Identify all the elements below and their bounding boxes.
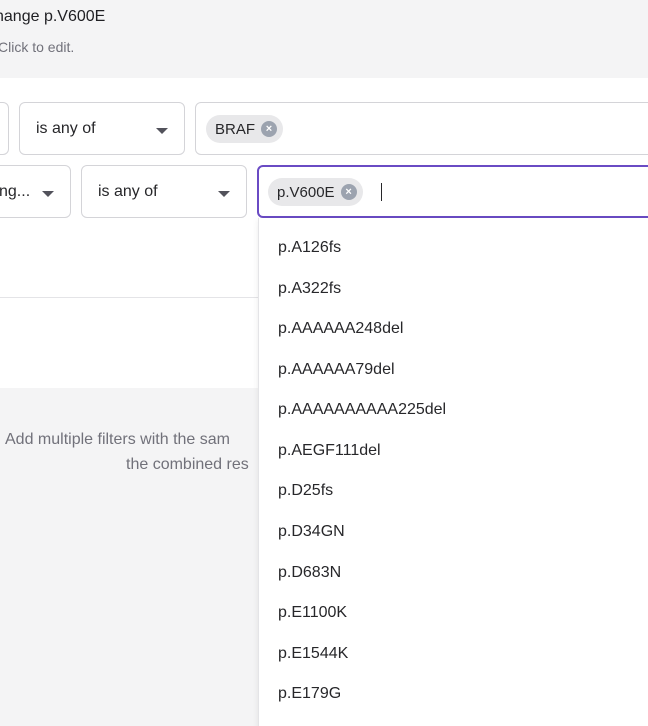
chip-label: BRAF xyxy=(215,120,256,138)
value-chip-braf: BRAF × xyxy=(206,115,284,143)
text-cursor xyxy=(381,183,382,201)
dropdown-option[interactable]: p.D683N xyxy=(278,564,341,582)
dropdown-option[interactable]: p.A126fs xyxy=(278,239,341,257)
dropdown-option[interactable]: p.D34GN xyxy=(278,523,345,541)
row1-values-input[interactable]: BRAF × xyxy=(195,102,648,155)
dropdown-option[interactable]: p.AAAAAA79del xyxy=(278,361,395,379)
panel-title[interactable]: nange p.V600E xyxy=(0,8,105,26)
chevron-down-icon xyxy=(42,191,54,197)
row2-operator-select[interactable]: is any of xyxy=(81,165,247,218)
row2-values-input[interactable]: p.V600E × xyxy=(257,165,648,218)
dropdown-option[interactable]: p.E1100K xyxy=(278,604,347,622)
hint-line-1: Add multiple filters with the sam xyxy=(5,431,230,448)
chevron-down-icon xyxy=(156,128,168,134)
x-circle-icon[interactable]: × xyxy=(340,184,357,200)
row1-field-select[interactable] xyxy=(0,102,9,155)
row1-operator-label: is any of xyxy=(36,120,96,137)
options-dropdown: p.A126fs p.A322fs p.AAAAAA248del p.AAAAA… xyxy=(258,218,648,726)
panel-header: nange p.V600E Click to edit. xyxy=(0,0,648,78)
dropdown-option[interactable]: p.AEGF111del xyxy=(278,442,381,460)
divider xyxy=(0,297,262,298)
row1-operator-select[interactable]: is any of xyxy=(19,102,185,155)
panel-subtitle: Click to edit. xyxy=(0,39,75,55)
dropdown-option[interactable]: p.D25fs xyxy=(278,482,333,500)
dropdown-option[interactable]: p.A322fs xyxy=(278,280,341,298)
hint-line-2: the combined res xyxy=(126,456,249,473)
chevron-down-icon xyxy=(218,191,230,197)
row2-operator-label: is any of xyxy=(98,183,158,200)
dropdown-option[interactable]: p.E1544K xyxy=(278,645,348,663)
row2-field-label: ng... xyxy=(0,183,31,200)
dropdown-option[interactable]: p.E179G xyxy=(278,685,341,703)
value-chip-v600e: p.V600E × xyxy=(268,178,363,206)
row2-field-select[interactable]: ng... xyxy=(0,165,71,218)
dropdown-option[interactable]: p.AAAAAAAAAA225del xyxy=(278,401,446,419)
dropdown-option[interactable]: p.AAAAAA248del xyxy=(278,320,403,338)
x-circle-icon[interactable]: × xyxy=(261,121,278,137)
filter-panel: nange p.V600E Click to edit. is any of B… xyxy=(0,0,648,726)
chip-label: p.V600E xyxy=(277,183,335,201)
